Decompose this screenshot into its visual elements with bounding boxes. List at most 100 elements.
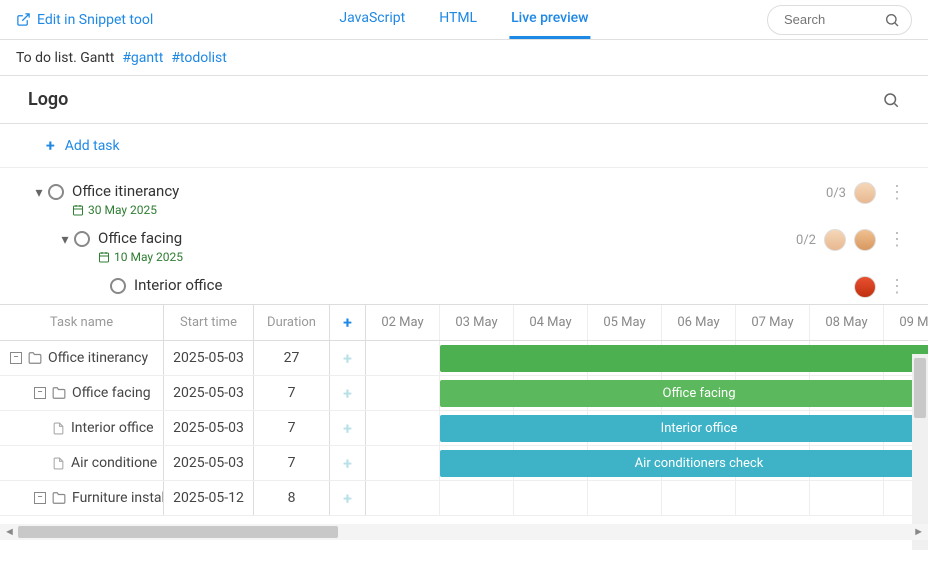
cell-duration: 8 [254,481,330,515]
gantt-row: −Office facing2025-05-037 + Office facing [0,376,928,411]
avatar[interactable] [824,229,846,251]
add-task-button[interactable]: + Add task [46,136,120,155]
scroll-right-arrow[interactable]: ► [913,525,924,538]
calendar-icon [72,204,84,216]
day-header: 04 May [514,305,588,340]
plus-icon: + [343,349,352,368]
timeline[interactable] [366,481,928,515]
day-header: 07 May [736,305,810,340]
task-date: 10 May 2025 [98,250,796,264]
gantt-scrollbar-horizontal[interactable]: ◄ ► [0,524,928,540]
hashtag-gantt[interactable]: #gantt [122,50,163,66]
row-add-button[interactable]: + [330,341,366,375]
task-name[interactable]: Interior office [134,276,854,294]
cell-task-name[interactable]: Interior office [0,411,164,445]
tab-live-preview[interactable]: Live preview [509,0,590,39]
gantt-body: −Office itinerancy2025-05-0327+−Office f… [0,341,928,516]
hashtag-todolist[interactable]: #todolist [171,50,227,66]
cell-start: 2025-05-03 [164,446,254,480]
expander-icon[interactable]: − [10,352,22,364]
cell-task-name[interactable]: −Office itinerancy [0,341,164,375]
row-add-button[interactable]: + [330,481,366,515]
search-box [767,5,912,35]
day-header: 09 May [884,305,928,340]
day-header: 02 May [366,305,440,340]
cell-duration: 27 [254,341,330,375]
cell-start: 2025-05-12 [164,481,254,515]
expander-icon[interactable]: − [34,492,46,504]
gantt-scrollbar-vertical[interactable] [912,354,928,550]
timeline[interactable]: Air conditioners check [366,446,928,480]
timeline[interactable]: Office facing [366,376,928,410]
subtitle-bar: To do list. Gantt #gantt #todolist [0,40,928,76]
cell-task-name[interactable]: Air conditione [0,446,164,480]
chevron-down-icon[interactable]: ▾ [30,185,48,201]
gantt-bar[interactable] [440,345,928,372]
gantt-row: −Furniture install2025-05-128+ [0,481,928,516]
task-checkbox[interactable] [74,231,90,247]
task-checkbox[interactable] [48,184,64,200]
tree-row: Interior office ⋮ [0,270,928,304]
col-task-name: Task name [0,305,164,340]
more-menu-icon[interactable]: ⋮ [884,231,910,249]
row-add-button[interactable]: + [330,376,366,410]
add-task-label: Add task [65,138,120,154]
expander-icon[interactable]: − [34,387,46,399]
tree-row: ▾ Office facing 10 May 20250/2 ⋮ [0,223,928,270]
timeline[interactable] [366,341,928,375]
edit-snippet-link[interactable]: Edit in Snippet tool [16,12,153,28]
scroll-thumb[interactable] [18,526,338,538]
gantt-chart: Task nameStart timeDuration +02 May03 May… [0,304,928,524]
cell-start: 2025-05-03 [164,376,254,410]
gantt-bar[interactable]: Office facing [440,380,928,407]
gantt-row: Interior office2025-05-037+Interior offi… [0,411,928,446]
more-menu-icon[interactable]: ⋮ [884,184,910,202]
row-add-button[interactable]: + [330,446,366,480]
gantt-header: Task nameStart timeDuration +02 May03 May… [0,305,928,341]
day-header: 08 May [810,305,884,340]
col-duration: Duration [254,305,330,340]
plus-icon: + [46,136,55,155]
external-link-icon [16,12,31,27]
avatar[interactable] [854,182,876,204]
task-name[interactable]: Office facing [98,229,796,247]
search-icon[interactable] [884,12,900,28]
col-start-time: Start time [164,305,254,340]
plus-icon: + [343,384,352,403]
gantt-row: Air conditione2025-05-037+ Air conditione… [0,446,928,481]
plus-icon: + [343,419,352,438]
chevron-down-icon[interactable]: ▾ [56,232,74,248]
cell-start: 2025-05-03 [164,341,254,375]
task-checkbox[interactable] [110,278,126,294]
file-icon [52,422,65,435]
tab-html[interactable]: HTML [437,0,479,39]
app-header: Logo [0,76,928,124]
folder-icon [52,386,66,400]
scroll-left-arrow[interactable]: ◄ [4,525,15,538]
more-menu-icon[interactable]: ⋮ [884,278,910,296]
day-header: 03 May [440,305,514,340]
cell-task-name[interactable]: −Office facing [0,376,164,410]
task-name[interactable]: Office itinerancy [72,182,826,200]
top-toolbar: Edit in Snippet tool JavaScript HTML Liv… [0,0,928,40]
tree-row: ▾Office itinerancy30 May 20250/3⋮ [0,176,928,223]
gantt-bar[interactable]: Interior office [440,415,928,442]
avatar[interactable] [854,229,876,251]
add-task-bar: + Add task [0,124,928,168]
edit-snippet-label: Edit in Snippet tool [37,12,153,28]
snippet-title: To do list. Gantt [16,50,114,66]
timeline[interactable]: Interior office [366,411,928,445]
cell-task-name[interactable]: −Furniture install [0,481,164,515]
add-column-button[interactable]: + [330,305,366,340]
row-add-button[interactable]: + [330,411,366,445]
cell-start: 2025-05-03 [164,411,254,445]
gantt-bar[interactable]: Air conditioners check [440,450,928,477]
avatar[interactable] [854,276,876,298]
tab-javascript[interactable]: JavaScript [337,0,407,39]
task-count: 0/2 [796,233,816,248]
cell-duration: 7 [254,411,330,445]
cell-duration: 7 [254,446,330,480]
header-search-button[interactable] [882,91,900,109]
plus-icon: + [343,313,352,332]
cell-duration: 7 [254,376,330,410]
